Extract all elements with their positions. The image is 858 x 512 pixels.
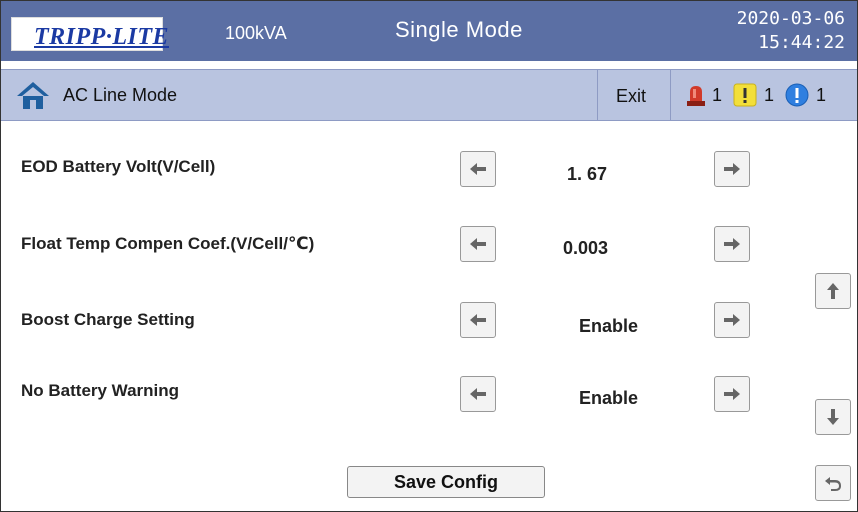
time-text: 15:44:22: [758, 32, 845, 53]
arrow-up-icon: [827, 283, 839, 299]
tripp-lite-logo: TRIPP·LITE: [11, 17, 169, 51]
setting-label-boost-charge: Boost Charge Setting: [21, 310, 195, 329]
float-temp-decrease-button[interactable]: [460, 226, 496, 262]
critical-alarm-count: 1: [712, 85, 723, 105]
yellow-warning-icon: [733, 83, 757, 107]
no-battery-warning-increase-button[interactable]: [714, 376, 750, 412]
setting-label-eod-battery-volt: EOD Battery Volt(V/Cell): [21, 157, 216, 176]
arrow-down-icon: [827, 409, 839, 425]
header-bar: TRIPP·LITE 100kVA Single Mode 2020-03-06…: [1, 1, 857, 61]
arrow-right-icon: [724, 163, 740, 175]
eod-increase-button[interactable]: [714, 151, 750, 187]
ups-screen: TRIPP·LITE 100kVA Single Mode 2020-03-06…: [0, 0, 858, 512]
float-temp-coef-value: 0.003: [563, 238, 609, 258]
arrow-right-icon: [724, 388, 740, 400]
exit-label: Exit: [616, 86, 647, 106]
arrow-left-icon: [470, 163, 486, 175]
arrow-right-icon: [724, 238, 740, 250]
eod-battery-volt-value: 1. 67: [567, 164, 608, 184]
logo-text: TRIPP·LITE: [34, 24, 169, 50]
arrow-left-icon: [470, 238, 486, 250]
arrow-left-icon: [470, 314, 486, 326]
boost-charge-value: Enable: [579, 316, 639, 336]
arrow-right-icon: [724, 314, 740, 326]
red-beacon-icon: [687, 86, 705, 106]
scroll-up-button[interactable]: [815, 273, 851, 309]
back-arrow-icon: [825, 477, 841, 491]
back-button[interactable]: [815, 465, 851, 501]
status-bar: AC Line Mode Exit 1 1 1: [1, 69, 857, 121]
info-alarm-count: 1: [816, 85, 827, 105]
home-icon[interactable]: [15, 80, 51, 110]
setting-label-float-temp-coef: Float Temp Compen Coef.(V/Cell/℃): [21, 234, 315, 253]
line-mode-title: AC Line Mode: [63, 85, 178, 105]
boost-charge-decrease-button[interactable]: [460, 302, 496, 338]
no-battery-warning-value: Enable: [579, 388, 639, 408]
blue-info-icon: [785, 83, 809, 107]
float-temp-increase-button[interactable]: [714, 226, 750, 262]
save-config-button[interactable]: Save Config: [347, 466, 545, 498]
setting-label-no-battery-warning: No Battery Warning: [21, 381, 180, 400]
warning-alarm-count: 1: [764, 85, 775, 105]
boost-charge-increase-button[interactable]: [714, 302, 750, 338]
arrow-left-icon: [470, 388, 486, 400]
date-text: 2020-03-06: [736, 8, 845, 29]
datetime: 2020-03-06 15:44:22: [737, 7, 845, 55]
capacity-label: 100kVA: [225, 23, 287, 43]
scroll-down-button[interactable]: [815, 399, 851, 435]
exit-button[interactable]: Exit: [597, 70, 671, 120]
no-battery-warning-decrease-button[interactable]: [460, 376, 496, 412]
operating-mode: Single Mode: [395, 17, 523, 42]
eod-decrease-button[interactable]: [460, 151, 496, 187]
